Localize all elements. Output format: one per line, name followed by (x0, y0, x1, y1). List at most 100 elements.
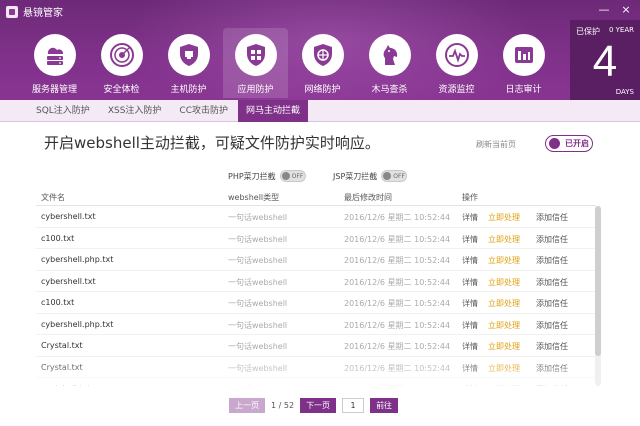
cell-filename: Crystal.txt (41, 362, 83, 372)
switch-state: OFF (393, 172, 405, 180)
protect-days-unit: DAYS (615, 88, 634, 96)
jsp-intercept-switch[interactable]: OFF (381, 170, 408, 182)
header-filename: 文件名 (41, 193, 65, 202)
nav-item-security-check[interactable]: 安全体检 (89, 28, 154, 98)
add-trust-link[interactable]: 添加信任 (536, 255, 568, 266)
nav-item-server-management[interactable]: 服务器管理 (22, 28, 87, 98)
switch-knob (281, 172, 290, 180)
toggle-knob (549, 138, 560, 149)
details-link[interactable]: 详情 (462, 363, 478, 374)
next-page-button[interactable]: 下一页 (300, 398, 337, 413)
cell-type: 一句话webshell (228, 213, 288, 222)
add-trust-link[interactable]: 添加信任 (536, 384, 568, 386)
shield-icon (167, 34, 210, 76)
cell-modified: 2016/12/6 星期二 10:52:44 (344, 256, 451, 265)
toggle-label: 已开启 (565, 139, 589, 148)
handle-now-link[interactable]: 立即处理 (488, 277, 520, 288)
details-link[interactable]: 详情 (462, 255, 478, 266)
nav-label: 资源监控 (438, 85, 475, 95)
details-link[interactable]: 详情 (462, 298, 478, 309)
minimize-button[interactable]: — (594, 2, 614, 18)
cell-filename: cybershell.php.txt (41, 319, 114, 329)
handle-now-link[interactable]: 立即处理 (488, 298, 520, 309)
handle-now-link[interactable]: 立即处理 (488, 212, 520, 223)
protect-label: 已保护 (576, 27, 600, 36)
monitor-pulse-icon (435, 34, 478, 76)
details-link[interactable]: 详情 (462, 212, 478, 223)
add-trust-link[interactable]: 添加信任 (536, 320, 568, 331)
main-nav: 服务器管理 安全体检 主机防护 应用防护 网络防护 木马查杀 资源监控 日志审计 (22, 28, 556, 98)
table-row: Crystal.txt 一句话webshell 2016/12/6 星期二 10:5… (36, 357, 596, 378)
php-switch-label: PHP菜刀拦截 (228, 171, 276, 181)
add-trust-link[interactable]: 添加信任 (536, 212, 568, 223)
go-page-button[interactable]: 前往 (370, 398, 399, 413)
cell-filename: cybershell.txt (41, 212, 96, 221)
table-row: c100.txt 一句话webshell 2016/12/6 星期二 10:52:4… (36, 292, 596, 314)
app-header: 悬镜管家 — × 服务器管理 安全体检 主机防护 应用防护 网络防护 木马查杀 … (0, 0, 640, 100)
table-row: cybershell.php.txt 一句话webshell 2016/12/6 星… (36, 249, 596, 271)
nav-item-host-protection[interactable]: 主机防护 (156, 28, 221, 98)
table-scrollbar[interactable] (595, 206, 601, 386)
handle-now-link[interactable]: 立即处理 (488, 384, 520, 386)
nav-item-app-protection[interactable]: 应用防护 (223, 28, 288, 98)
details-link[interactable]: 详情 (462, 384, 478, 386)
handle-now-link[interactable]: 立即处理 (488, 234, 520, 245)
cell-type: 一句话webshell (228, 277, 288, 287)
header-modified: 最后修改时间 (344, 193, 392, 202)
cell-modified: 2016/12/6 星期二 10:52:44 (344, 342, 451, 351)
cell-filename: c100.txt (41, 233, 75, 243)
protect-years: 0 YEAR (608, 26, 634, 34)
cell-filename: cybershell.txt (41, 276, 96, 286)
close-button[interactable]: × (616, 2, 636, 18)
webshell-table: 文件名 webshell类型 最后修改时间 操作 cybershell.txt 一… (36, 188, 602, 386)
table-row: cybershell.txt 一句话webshell 2016/12/6 星期二 1… (36, 271, 596, 292)
handle-now-link[interactable]: 立即处理 (488, 341, 520, 352)
cell-modified: 2016/12/6 星期二 10:52:44 (344, 320, 451, 330)
cell-modified: 2016/12/6 星期二 10:52:44 (344, 234, 451, 244)
tab-webshell-intercept[interactable]: 网马主动拦截 (237, 100, 308, 122)
table-header: 文件名 webshell类型 最后修改时间 操作 (36, 188, 596, 206)
cell-type: 一句话webshell (228, 342, 288, 351)
nav-item-log-audit[interactable]: 日志审计 (491, 28, 556, 98)
add-trust-link[interactable]: 添加信任 (536, 363, 568, 374)
cell-modified: 2016/12/6 星期二 10:52:44 (344, 213, 451, 222)
handle-now-link[interactable]: 立即处理 (488, 320, 520, 331)
php-intercept-switch-row: PHP菜刀拦截 OFF (228, 170, 306, 182)
details-link[interactable]: 详情 (462, 277, 478, 288)
details-link[interactable]: 详情 (462, 341, 478, 352)
cell-filename: cybershell.php.txt (41, 255, 114, 264)
switch-state: OFF (291, 172, 304, 180)
switch-knob (383, 172, 392, 180)
tab-cc-attack[interactable]: CC攻击防护 (171, 100, 236, 122)
jsp-switch-label: JSP菜刀拦截 (333, 171, 378, 181)
nav-label: 主机防护 (170, 85, 207, 95)
log-audit-icon (502, 34, 545, 76)
intercept-toggle[interactable]: 已开启 (545, 135, 593, 152)
cell-modified: 2016/12/6 星期二 10:52:44 (344, 384, 450, 386)
nav-label: 安全体检 (103, 85, 140, 95)
add-trust-link[interactable]: 添加信任 (536, 234, 568, 245)
handle-now-link[interactable]: 立即处理 (488, 255, 520, 266)
prev-page-button[interactable]: 上一页 (229, 398, 265, 413)
scrollbar-thumb[interactable] (595, 206, 601, 356)
nav-item-resource-monitor[interactable]: 资源监控 (424, 28, 489, 98)
details-link[interactable]: 详情 (462, 320, 478, 331)
add-trust-link[interactable]: 添加信任 (536, 341, 568, 352)
page-number-input[interactable] (342, 398, 365, 413)
add-trust-link[interactable]: 添加信任 (536, 277, 568, 288)
header-actions: 操作 (462, 193, 478, 202)
tab-sql-injection[interactable]: SQL注入防护 (28, 100, 98, 122)
nav-item-network-protection[interactable]: 网络防护 (290, 28, 355, 98)
php-intercept-switch[interactable]: OFF (279, 170, 306, 182)
nav-item-trojan-scan[interactable]: 木马查杀 (357, 28, 422, 98)
nav-label: 服务器管理 (31, 85, 77, 95)
handle-now-link[interactable]: 立即处理 (488, 363, 520, 374)
tab-xss-injection[interactable]: XSS注入防护 (100, 100, 170, 122)
horse-icon (368, 34, 411, 76)
nav-label: 日志审计 (505, 85, 542, 95)
page-count: 1 / 52 (271, 401, 295, 410)
network-shield-icon (301, 34, 344, 76)
add-trust-link[interactable]: 添加信任 (536, 298, 568, 309)
refresh-page-link[interactable]: 刷新当前页 (476, 139, 516, 150)
details-link[interactable]: 详情 (462, 234, 478, 245)
